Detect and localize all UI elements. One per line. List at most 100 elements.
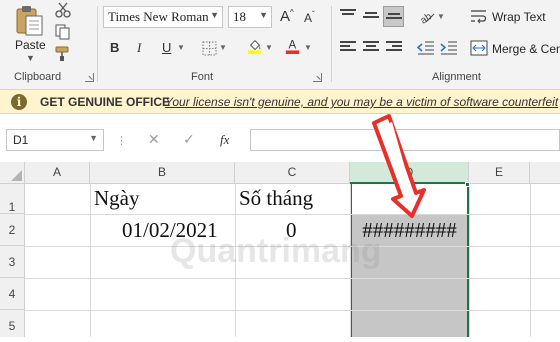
genuine-office-banner: i GET GENUINE OFFICE Your license isn't … bbox=[0, 90, 560, 114]
align-center-icon[interactable] bbox=[363, 41, 379, 55]
line bbox=[340, 49, 356, 51]
cut-icon[interactable] bbox=[54, 2, 72, 18]
line bbox=[363, 41, 379, 43]
cell-c1[interactable]: Số tháng bbox=[239, 186, 313, 211]
font-group: Times New Roman ▼ 18 ▼ A^ Aˇ B I U ▼ ▼ ▼… bbox=[98, 0, 330, 90]
formula-bar: D1 ▼ ⋮ ✕ ✓ fx bbox=[0, 114, 560, 162]
line bbox=[363, 49, 379, 51]
line bbox=[386, 49, 402, 51]
clipboard-launcher-icon[interactable] bbox=[85, 73, 94, 82]
chevron-down-icon[interactable]: ▼ bbox=[219, 43, 227, 52]
gridline bbox=[25, 214, 560, 215]
font-size-value: 18 bbox=[233, 9, 246, 24]
formula-bar-grip[interactable]: ⋮ bbox=[116, 134, 127, 147]
column-header-c[interactable]: C bbox=[235, 162, 350, 184]
info-icon: i bbox=[11, 94, 27, 110]
line bbox=[386, 41, 402, 43]
line bbox=[340, 9, 356, 11]
chevron-down-icon[interactable]: ▼ bbox=[304, 43, 312, 52]
column-header-e[interactable]: E bbox=[469, 162, 530, 184]
select-all-button[interactable] bbox=[0, 162, 25, 184]
clipboard-group: Paste ▼ Clipboard bbox=[0, 0, 96, 90]
shrink-font-label: A bbox=[304, 11, 313, 25]
wrap-text-button[interactable]: Wrap Text bbox=[492, 10, 546, 24]
gridline bbox=[25, 310, 560, 311]
row-header-4[interactable]: 4 bbox=[0, 278, 25, 310]
line bbox=[363, 16, 379, 18]
underline-button[interactable]: U bbox=[162, 40, 171, 55]
grow-font-button[interactable]: A^ bbox=[280, 8, 294, 25]
line bbox=[391, 45, 402, 47]
increase-indent-icon[interactable] bbox=[440, 40, 458, 56]
genuine-banner-title: GET GENUINE OFFICE bbox=[40, 95, 171, 109]
formula-input[interactable] bbox=[250, 129, 560, 151]
merge-center-icon[interactable] bbox=[470, 40, 488, 56]
italic-button[interactable]: I bbox=[137, 40, 141, 56]
clipboard-group-label: Clipboard bbox=[14, 71, 62, 83]
name-box[interactable]: D1 ▼ bbox=[6, 129, 104, 151]
row-header-1[interactable]: 1 bbox=[0, 184, 25, 214]
bottom-align-icon[interactable] bbox=[386, 13, 402, 27]
enter-icon[interactable]: ✓ bbox=[183, 131, 195, 148]
middle-align-icon[interactable] bbox=[363, 12, 379, 26]
gridline bbox=[25, 278, 560, 279]
chevron-down-icon[interactable]: ▼ bbox=[26, 53, 35, 63]
chevron-down-icon[interactable]: ▼ bbox=[259, 10, 268, 20]
chevron-down-icon[interactable]: ▼ bbox=[177, 43, 185, 52]
shrink-font-button[interactable]: Aˇ bbox=[304, 10, 315, 25]
column-header-b[interactable]: B bbox=[90, 162, 235, 184]
paste-icon[interactable] bbox=[14, 4, 44, 36]
align-left-icon[interactable] bbox=[340, 41, 356, 55]
fill-color-icon[interactable] bbox=[246, 38, 264, 54]
fill-handle[interactable] bbox=[465, 182, 470, 187]
insert-function-button[interactable]: fx bbox=[220, 132, 229, 148]
line bbox=[388, 13, 400, 15]
chevron-down-icon[interactable]: ▼ bbox=[89, 133, 98, 143]
column-header-f[interactable] bbox=[530, 162, 560, 184]
paste-button[interactable]: Paste bbox=[15, 38, 46, 52]
row-header-3[interactable]: 3 bbox=[0, 246, 25, 278]
cancel-icon[interactable]: ✕ bbox=[148, 131, 160, 148]
font-name-combo[interactable]: Times New Roman ▼ bbox=[103, 6, 223, 28]
watermark-logo: Quantrimang bbox=[170, 232, 382, 270]
genuine-banner-link[interactable]: Your license isn't genuine, and you may … bbox=[165, 95, 558, 109]
alignment-group-label: Alignment bbox=[432, 71, 481, 83]
font-name-value: Times New Roman bbox=[108, 9, 209, 24]
font-launcher-icon[interactable] bbox=[313, 73, 322, 82]
caret-down-icon: ˇ bbox=[312, 10, 315, 19]
column-header-a[interactable]: A bbox=[25, 162, 90, 184]
row-header-5[interactable]: 5 bbox=[0, 310, 25, 337]
worksheet-grid: A B C D E 1 2 3 4 5 Ngày Số tháng 01/02/… bbox=[0, 162, 560, 337]
line bbox=[365, 45, 377, 47]
line bbox=[342, 13, 354, 15]
chevron-down-icon[interactable]: ▼ bbox=[437, 12, 445, 21]
copy-icon[interactable] bbox=[54, 24, 72, 40]
ribbon: Paste ▼ Clipboard Times New Roman ▼ 18 ▼ bbox=[0, 0, 560, 90]
line bbox=[365, 12, 377, 14]
chevron-down-icon[interactable]: ▼ bbox=[210, 10, 219, 20]
line bbox=[340, 45, 351, 47]
orientation-icon[interactable]: ab bbox=[418, 8, 436, 24]
bold-button[interactable]: B bbox=[110, 40, 119, 55]
gridline bbox=[90, 184, 91, 337]
line bbox=[340, 41, 356, 43]
line bbox=[386, 17, 402, 19]
grow-font-label: A bbox=[280, 8, 291, 25]
wrap-text-icon[interactable] bbox=[470, 8, 488, 24]
chevron-down-icon[interactable]: ▼ bbox=[265, 43, 273, 52]
active-cell-d1[interactable] bbox=[352, 184, 467, 214]
column-header-d[interactable]: D bbox=[350, 162, 469, 184]
caret-up-icon: ^ bbox=[290, 8, 294, 17]
align-right-icon[interactable] bbox=[386, 41, 402, 55]
top-align-icon[interactable] bbox=[340, 9, 356, 23]
borders-icon[interactable] bbox=[201, 41, 219, 57]
font-group-label: Font bbox=[191, 71, 214, 83]
decrease-indent-icon[interactable] bbox=[417, 40, 435, 56]
row-header-2[interactable]: 2 bbox=[0, 214, 25, 246]
cell-b1[interactable]: Ngày bbox=[94, 186, 140, 211]
format-painter-icon[interactable] bbox=[54, 46, 72, 62]
svg-text:A: A bbox=[289, 40, 297, 52]
merge-center-button[interactable]: Merge & Cen bbox=[492, 42, 560, 56]
font-size-combo[interactable]: 18 ▼ bbox=[228, 6, 272, 28]
font-color-icon[interactable]: A bbox=[284, 38, 302, 54]
